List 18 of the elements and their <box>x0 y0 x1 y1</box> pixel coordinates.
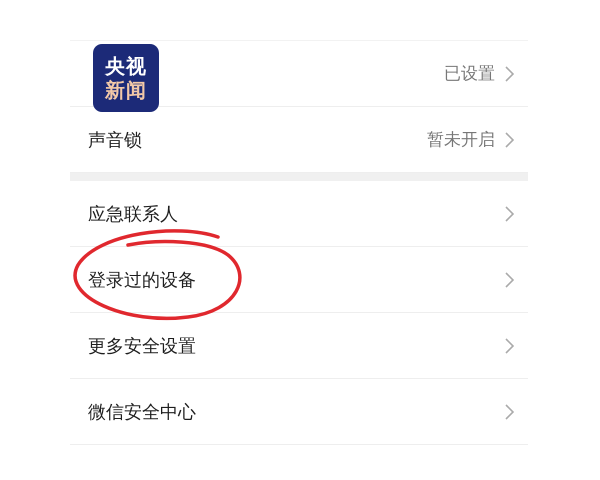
settings-row[interactable]: 应急联系人 <box>70 181 528 247</box>
row-label: 更多安全设置 <box>88 334 197 358</box>
row-label: 声音锁 <box>88 128 143 152</box>
row-value: 暂未开启 <box>427 129 495 151</box>
settings-row[interactable]: 登录过的设备 <box>70 247 528 313</box>
row-label: 登录过的设备 <box>88 268 197 292</box>
chevron-icon <box>505 404 514 420</box>
chevron-icon <box>505 66 514 82</box>
settings-row[interactable]: 更多安全设置 <box>70 313 528 379</box>
row-label: 应急联系人 <box>88 202 179 226</box>
row-label: 微信安全中心 <box>88 400 197 424</box>
chevron-icon <box>505 132 514 148</box>
chevron-icon <box>505 206 514 222</box>
settings-row[interactable]: 微信安全中心 <box>70 379 528 445</box>
row-value: 已设置 <box>444 63 495 85</box>
chevron-icon <box>505 272 514 288</box>
chevron-icon <box>505 338 514 354</box>
logo: 央视 新闻 <box>93 44 159 112</box>
